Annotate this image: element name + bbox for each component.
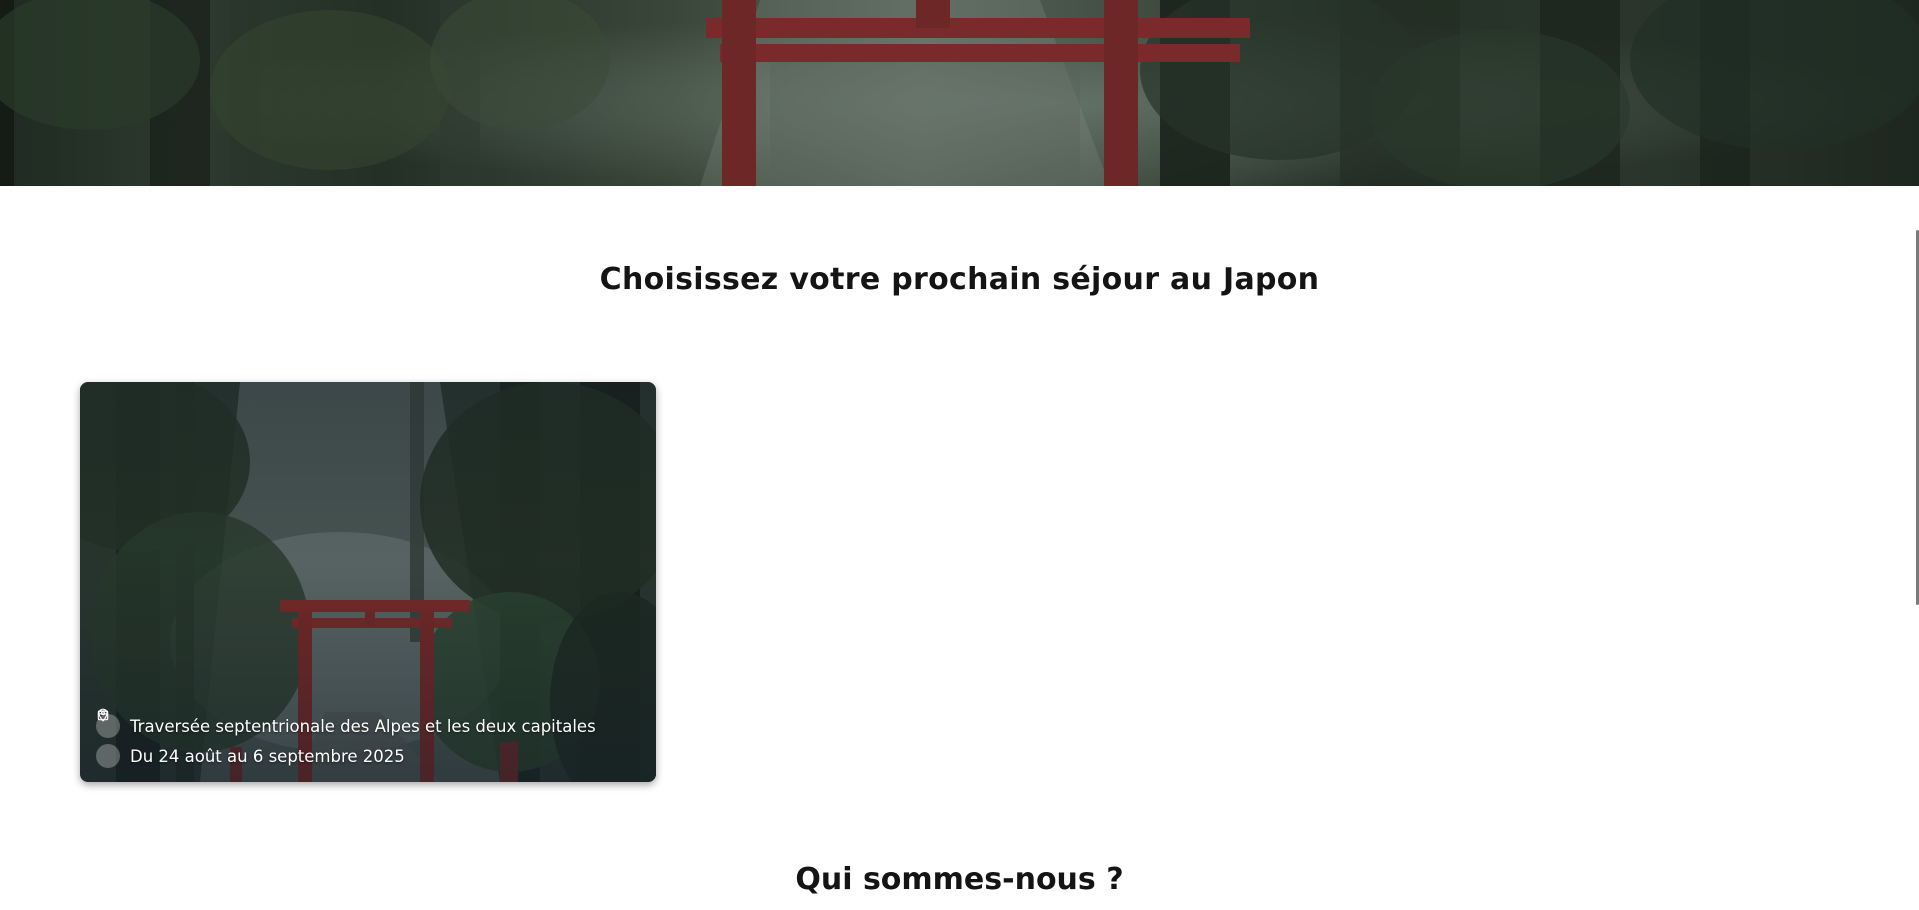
hero-banner	[0, 0, 1919, 186]
trip-dates: Du 24 août au 6 septembre 2025	[130, 746, 405, 766]
trip-location: Traversée septentrionale des Alpes et le…	[130, 716, 596, 736]
location-row: Traversée septentrionale des Alpes et le…	[96, 708, 640, 738]
trip-card[interactable]: Traversée septentrionale des Alpes et le…	[80, 382, 656, 782]
date-row: Du 24 août au 6 septembre 2025	[96, 709, 640, 768]
hero-forest-image	[0, 0, 1919, 186]
calendar-icon	[96, 709, 120, 768]
about-title: Qui sommes-nous ?	[795, 862, 1124, 897]
card-info: Traversée septentrionale des Alpes et le…	[96, 708, 640, 768]
section-title: Choisissez votre prochain séjour au Japo…	[599, 262, 1320, 297]
page: Choisissez votre prochain séjour au Japo…	[0, 0, 1919, 910]
